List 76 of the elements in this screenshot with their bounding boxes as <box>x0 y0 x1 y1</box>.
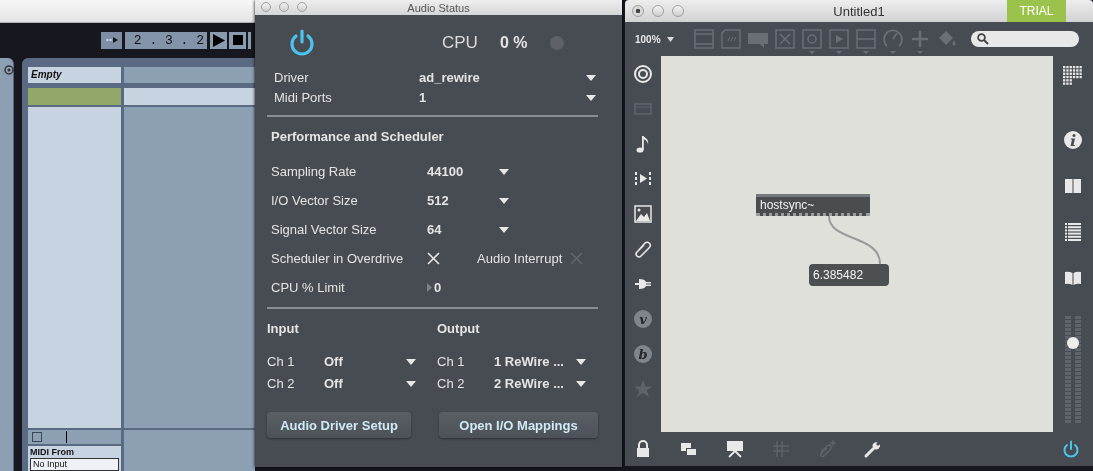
caret-icon[interactable] <box>576 358 586 365</box>
info-icon[interactable] <box>1063 130 1083 150</box>
list-icon[interactable] <box>1063 222 1083 242</box>
setting-label: Driver <box>274 70 310 85</box>
dialog-button[interactable]: Audio Driver Setup <box>267 412 411 438</box>
zoom-dropdown[interactable]: 100% <box>635 33 674 45</box>
setting-label: Midi Ports <box>274 90 333 105</box>
cpu-label: CPU <box>442 32 478 53</box>
toggle-label: Scheduler in Overdrive <box>271 251 405 266</box>
section-title: Performance and Scheduler <box>271 129 445 144</box>
channel-label: Ch 1 <box>267 354 296 369</box>
setting-value[interactable]: ad_rewire <box>419 70 586 85</box>
setting-value[interactable]: 1 <box>419 90 586 105</box>
toggle-icon[interactable] <box>570 252 584 265</box>
wrench-icon[interactable] <box>863 439 883 459</box>
caret-icon[interactable] <box>586 74 596 81</box>
channel-value[interactable]: 1 ReWire ... <box>494 354 576 369</box>
caret-icon <box>666 36 674 42</box>
channel-value[interactable]: Off <box>324 354 406 369</box>
section-title: Output <box>437 321 481 336</box>
checkbox[interactable] <box>32 432 42 442</box>
follow-arrow-icon <box>105 37 118 43</box>
object-box[interactable]: hostsync~ <box>756 194 870 216</box>
presentation-icon[interactable] <box>725 439 745 459</box>
channel-value[interactable]: 2 ReWire ... <box>494 376 576 391</box>
clip-slot[interactable] <box>124 88 255 105</box>
channel-label: Ch 2 <box>267 376 296 391</box>
song-position-field[interactable]: 2 . 3 . 2 <box>125 31 207 49</box>
setting-label: Sampling Rate <box>271 164 358 179</box>
cpu-value: 0 % <box>499 33 528 52</box>
setting-value[interactable]: 512 <box>427 193 499 208</box>
number-field[interactable]: 0 <box>427 280 442 295</box>
dialog-button[interactable]: Open I/O Mappings <box>439 412 598 438</box>
target-icon[interactable] <box>633 64 653 84</box>
setting-label: Signal Vector Size <box>271 222 378 237</box>
caret-icon[interactable] <box>576 380 586 387</box>
caret-icon[interactable] <box>499 226 509 233</box>
trial-badge: TRIAL <box>1007 0 1066 22</box>
caret-icon[interactable] <box>406 358 416 365</box>
slider-object-icon[interactable] <box>854 28 877 55</box>
clip-slot[interactable] <box>28 88 121 105</box>
play-button[interactable] <box>210 31 227 49</box>
volume-slider[interactable] <box>1064 316 1082 424</box>
setting-label: I/O Vector Size <box>271 193 359 208</box>
search-field[interactable] <box>970 31 1079 47</box>
follow-button[interactable] <box>101 31 122 49</box>
stop-button[interactable] <box>229 31 246 49</box>
power-icon[interactable] <box>1062 440 1080 458</box>
caret-icon[interactable] <box>406 380 416 387</box>
section-title: Input <box>267 321 300 336</box>
setting-value[interactable]: 64 <box>427 222 499 237</box>
number-box[interactable]: 6.385482 <box>809 264 889 286</box>
window-title: Audio Status <box>407 1 470 14</box>
midi-from-label: MIDI From <box>30 447 75 458</box>
channel-label: Ch 1 <box>437 354 466 369</box>
toggle-object-icon[interactable] <box>800 28 823 55</box>
caret-icon[interactable] <box>499 168 509 175</box>
close-button[interactable] <box>632 5 644 17</box>
channel-value[interactable]: Off <box>324 376 406 391</box>
search-icon <box>976 33 989 45</box>
paperclip-icon[interactable] <box>633 239 653 259</box>
channel-label: Ch 2 <box>437 376 466 391</box>
setting-value[interactable]: 44100 <box>427 164 499 179</box>
power-icon[interactable] <box>289 28 315 57</box>
clip-title: Empty <box>28 67 121 83</box>
image-icon[interactable] <box>633 204 653 224</box>
caret-icon[interactable] <box>499 197 509 204</box>
midi-input-dropdown[interactable]: No Input <box>30 458 119 471</box>
dot-grid-icon[interactable] <box>1063 66 1083 86</box>
setting-label: CPU % Limit <box>271 280 346 295</box>
window-title: Untitled1 <box>833 3 885 19</box>
caret-icon[interactable] <box>586 94 596 101</box>
triangle-icon <box>427 283 432 292</box>
circle-icon <box>4 65 14 75</box>
toggle-label: Audio Interrupt <box>477 251 563 266</box>
book-icon[interactable] <box>1063 176 1083 196</box>
